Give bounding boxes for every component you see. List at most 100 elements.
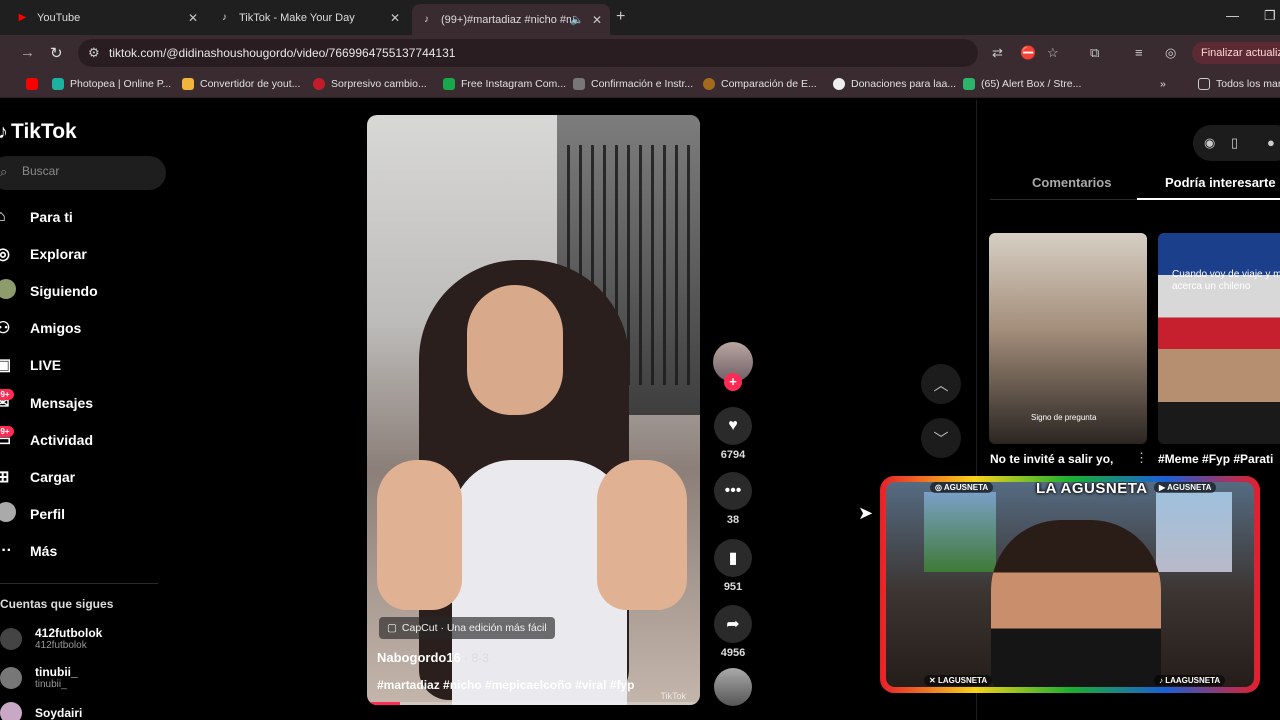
friends-icon: ⚇ <box>0 320 11 337</box>
minimize-button[interactable]: — <box>1226 8 1239 23</box>
bookmark-sorpresivo[interactable]: Sorpresivo cambio... <box>313 78 427 90</box>
media-icon[interactable]: ≡ <box>1135 45 1143 60</box>
panel-tools: ◉ ▯ ● <box>1193 125 1280 161</box>
next-video-button[interactable]: ﹀ <box>921 418 961 458</box>
bookmark-confirmacion[interactable]: Confirmación e Instr... <box>573 78 693 90</box>
video-hashtags[interactable]: #martadiaz #nicho #mepicaelcoño #viral #… <box>377 678 634 692</box>
phone-icon[interactable]: ▯ <box>1231 135 1238 151</box>
search-input[interactable] <box>22 164 152 178</box>
suggested-video-thumb[interactable]: Signo de pregunta <box>989 233 1147 444</box>
star-icon[interactable]: ☆ <box>1047 45 1059 61</box>
compass-icon[interactable]: ◉ <box>1204 135 1215 151</box>
reload-icon[interactable]: ↻ <box>50 44 63 62</box>
video-player[interactable]: ▢ CapCut · Una edición más fácil Nabogor… <box>367 115 700 705</box>
tab-title: (99+)#martadiaz #nicho #m <box>441 13 571 26</box>
comment-button[interactable]: ••• 38 <box>714 472 752 526</box>
following-account[interactable]: Soydairi <box>0 702 82 720</box>
maximize-button[interactable]: ❐ <box>1264 8 1276 24</box>
suggested-video-thumb[interactable]: Cuando voy de viaje y me acerca un chile… <box>1158 233 1280 444</box>
youtube-tag: ▶ AGUSNETA <box>1154 482 1217 493</box>
previous-video-button[interactable]: ︿ <box>921 364 961 404</box>
youtube-icon: ▶ <box>18 12 27 23</box>
update-button[interactable]: Finalizar actualiza <box>1192 42 1280 64</box>
new-tab-button[interactable]: + <box>616 8 625 26</box>
mouse-cursor-icon: ➤ <box>858 503 874 523</box>
stream-logo: LA AGUSNETA <box>1036 482 1148 497</box>
tab-youtube[interactable]: ▶ YouTube ✕ <box>8 4 206 31</box>
share-button[interactable]: ➦ 4956 <box>714 605 752 659</box>
save-button[interactable]: ▮ 951 <box>714 539 752 593</box>
tiktok-logo[interactable]: ♪ TikTok <box>0 120 77 144</box>
youtube-bookmark-icon[interactable] <box>26 78 44 90</box>
profile-icon <box>0 501 16 527</box>
nav-explorar[interactable]: ◎ Explorar <box>0 241 87 267</box>
close-icon[interactable]: ✕ <box>390 11 400 25</box>
close-icon[interactable]: ✕ <box>592 13 602 27</box>
tiktok-watermark: TikTok <box>660 691 686 701</box>
tab-comments[interactable]: Comentarios <box>1032 175 1111 190</box>
video-author[interactable]: Nabogordo16 · 8-3 <box>377 650 489 665</box>
bookmark-converter[interactable]: Convertidor de yout... <box>182 78 300 90</box>
more-options-icon[interactable]: ⋮ <box>1135 450 1148 466</box>
url-text[interactable]: tiktok.com/@didinashoushougordo/video/76… <box>109 46 455 60</box>
nav-para-ti[interactable]: ⌂ Para ti <box>0 204 73 230</box>
bookmarks-bar: Photopea | Online P... Convertidor de yo… <box>0 71 1280 98</box>
messages-icon: ✉99+ <box>0 389 16 413</box>
share-count: 4956 <box>720 647 746 659</box>
notification-badge: 99+ <box>0 426 14 437</box>
nav-mas[interactable]: ···Más <box>0 538 57 564</box>
bookmark-donaciones[interactable]: Donaciones para laa... <box>833 78 956 90</box>
activity-icon: ▭99+ <box>0 426 16 450</box>
profile-avatar-icon[interactable]: ● <box>1267 135 1275 150</box>
forward-icon[interactable]: → <box>20 44 35 61</box>
chevron-right-icon[interactable]: » <box>1160 78 1166 90</box>
close-icon[interactable]: ✕ <box>188 11 198 25</box>
bookmark-alertbox[interactable]: (65) Alert Box / Stre... <box>963 78 1081 90</box>
nav-siguiendo[interactable]: Siguiendo <box>0 278 98 304</box>
like-button[interactable]: ♥ 6794 <box>714 407 752 461</box>
speaker-icon[interactable]: 🔈 <box>570 13 584 26</box>
nav-live[interactable]: ▣ LIVE <box>0 352 61 378</box>
bookmark-instagram[interactable]: Free Instagram Com... <box>443 78 566 90</box>
bookmark-photopea[interactable]: Photopea | Online P... <box>52 78 171 90</box>
suggested-video-title[interactable]: No te invité a salir yo, <box>990 452 1130 466</box>
tab-active-video[interactable]: ♪ (99+)#martadiaz #nicho #m 🔈 ✕ <box>412 4 610 35</box>
like-count: 6794 <box>720 449 746 461</box>
capcut-label[interactable]: ▢ CapCut · Una edición más fácil <box>379 617 555 639</box>
extensions-icon[interactable]: ⧉ <box>1090 45 1099 61</box>
person-face <box>467 285 563 415</box>
nav-mensajes[interactable]: ✉99+Mensajes <box>0 389 93 416</box>
comment-icon: ••• <box>714 472 752 510</box>
site-info-icon[interactable]: ⚙ <box>88 45 100 61</box>
streamer-webcam <box>991 520 1161 687</box>
nav-actividad[interactable]: ▭99+Actividad <box>0 426 93 453</box>
tab-suggested[interactable]: Podría interesarte <box>1165 175 1276 190</box>
nav-amigos[interactable]: ⚇ Amigos <box>0 315 81 341</box>
profile-icon[interactable]: ◎ <box>1165 45 1176 61</box>
following-account[interactable]: 412futbolok 412futbolok <box>0 627 102 651</box>
suggested-video-title[interactable]: #Meme #Fyp #Parati <box>1158 452 1273 466</box>
nav-perfil[interactable]: Perfil <box>0 501 65 527</box>
instagram-tag: ◎ AGUSNETA <box>930 482 994 493</box>
search-box[interactable]: ⌕ <box>0 156 166 190</box>
follow-plus-button[interactable]: + <box>724 373 742 391</box>
sound-avatar[interactable] <box>714 668 752 706</box>
following-account[interactable]: tinubii_ tinubii_ <box>0 666 78 690</box>
notification-badge: 99+ <box>0 389 14 400</box>
bookmark-comparacion[interactable]: Comparación de E... <box>703 78 817 90</box>
video-date: · 8-3 <box>460 651 489 665</box>
blocker-icon[interactable]: ⛔ <box>1020 45 1036 61</box>
omnibox[interactable]: ⚙ tiktok.com/@didinashoushougordo/video/… <box>78 39 978 67</box>
video-progress-bar[interactable] <box>367 702 700 705</box>
avatar <box>0 702 22 720</box>
bookmark-folder-all[interactable]: Todos los mar <box>1198 78 1280 90</box>
translate-icon[interactable]: ⇄ <box>992 45 1003 61</box>
capcut-icon: ▢ <box>387 622 397 634</box>
upload-icon: ⊞ <box>0 469 10 486</box>
nav-cargar[interactable]: ⊞ Cargar <box>0 464 75 490</box>
tiktok-note-icon: ♪ <box>0 120 8 143</box>
youtube-icon: ▶ <box>1159 483 1168 492</box>
share-icon: ➦ <box>714 605 752 643</box>
tab-tiktok[interactable]: ♪ TikTok - Make Your Day ✕ <box>210 4 408 31</box>
active-tab-indicator <box>1137 198 1280 200</box>
